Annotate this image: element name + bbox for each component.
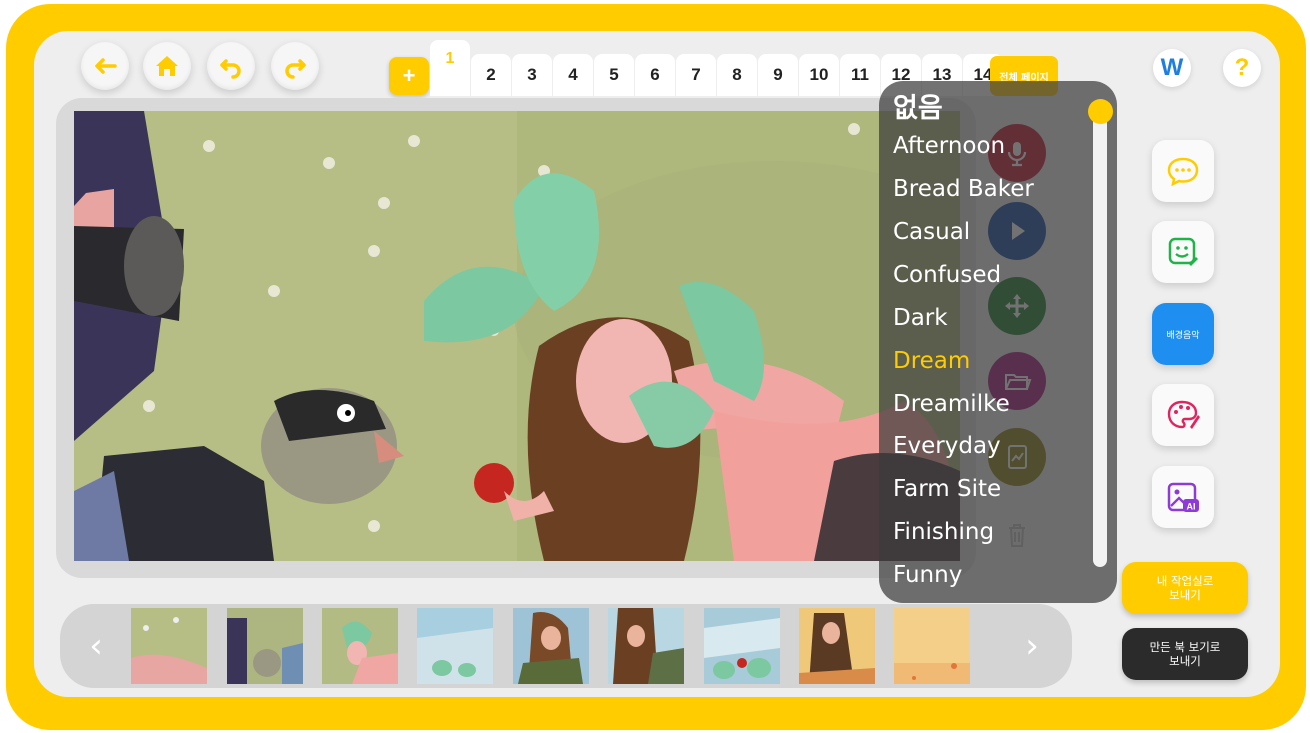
page-tab-6[interactable]: 6 [635, 54, 675, 96]
page-thumbnail-1[interactable] [131, 608, 207, 684]
undo-button[interactable] [207, 42, 255, 90]
home-icon [156, 56, 178, 76]
background-music-button[interactable]: 배경음악 [1152, 303, 1214, 365]
page-thumbnail-3[interactable] [322, 608, 398, 684]
page-thumbnail-9[interactable] [894, 608, 970, 684]
page-thumbnail-7[interactable] [704, 608, 780, 684]
sticker-button[interactable] [1152, 221, 1214, 283]
page-thumbnail-8[interactable] [799, 608, 875, 684]
music-item-selected[interactable]: Dream [893, 348, 970, 374]
page-tab-5[interactable]: 5 [594, 54, 634, 96]
paint-button[interactable] [1152, 384, 1214, 446]
music-scrollbar-thumb[interactable] [1088, 99, 1113, 124]
music-item[interactable]: Funny [893, 562, 962, 588]
page-tab-9[interactable]: 9 [758, 54, 798, 96]
music-item[interactable]: Dark [893, 305, 948, 331]
music-item[interactable]: Bread Baker [893, 176, 1034, 202]
music-item[interactable]: Farm Site [893, 476, 1001, 502]
music-item[interactable]: Casual [893, 219, 970, 245]
send-to-workroom-button[interactable]: 내 작업실로 보내기 [1122, 562, 1248, 614]
help-button[interactable]: ? [1223, 49, 1261, 87]
page-thumbnail-5[interactable] [513, 608, 589, 684]
w-logo-button[interactable]: W [1153, 49, 1191, 87]
page-tab-10[interactable]: 10 [799, 54, 839, 96]
music-item[interactable]: Confused [893, 262, 1001, 288]
home-button[interactable] [143, 42, 191, 90]
palette-icon [1167, 400, 1200, 429]
smiley-edit-icon [1168, 237, 1198, 266]
speech-bubble-icon [1167, 157, 1199, 187]
page-thumbnail-2[interactable] [227, 608, 303, 684]
page-canvas[interactable] [74, 111, 960, 561]
page-thumbnail-6[interactable] [608, 608, 684, 684]
page-tab-4[interactable]: 4 [553, 54, 593, 96]
thumbnail-prev-button[interactable]: ‹ [76, 624, 116, 668]
page-tab-11[interactable]: 11 [840, 54, 880, 96]
thumbnail-next-button[interactable]: › [1012, 624, 1052, 668]
music-item[interactable]: Everyday [893, 433, 1001, 459]
undo-icon [220, 59, 241, 79]
ai-image-icon: AI [1167, 482, 1199, 512]
redo-button[interactable] [271, 42, 319, 90]
music-item-none[interactable]: 없음 [893, 86, 943, 125]
music-item[interactable]: Dreamilke [893, 391, 1010, 417]
svg-text:AI: AI [1187, 502, 1196, 512]
speech-bubble-button[interactable] [1152, 140, 1214, 202]
redo-icon [285, 59, 306, 79]
back-button[interactable] [81, 42, 129, 90]
page-thumbnail-4[interactable] [417, 608, 493, 684]
page-tab-3[interactable]: 3 [512, 54, 552, 96]
music-scrollbar[interactable] [1093, 107, 1107, 567]
page-tab-8[interactable]: 8 [717, 54, 757, 96]
page-tab-2[interactable]: 2 [471, 54, 511, 96]
add-page-button[interactable]: + [389, 57, 429, 95]
music-item[interactable]: Afternoon [893, 133, 1005, 159]
music-item[interactable]: Finishing [893, 519, 994, 545]
storybook-illustration [74, 111, 960, 561]
ai-image-button[interactable]: AI [1152, 466, 1214, 528]
page-tab-1[interactable]: 1 [430, 40, 470, 96]
send-to-bookview-button[interactable]: 만든 북 보기로 보내기 [1122, 628, 1248, 680]
arrow-left-icon [95, 58, 117, 74]
page-tab-7[interactable]: 7 [676, 54, 716, 96]
